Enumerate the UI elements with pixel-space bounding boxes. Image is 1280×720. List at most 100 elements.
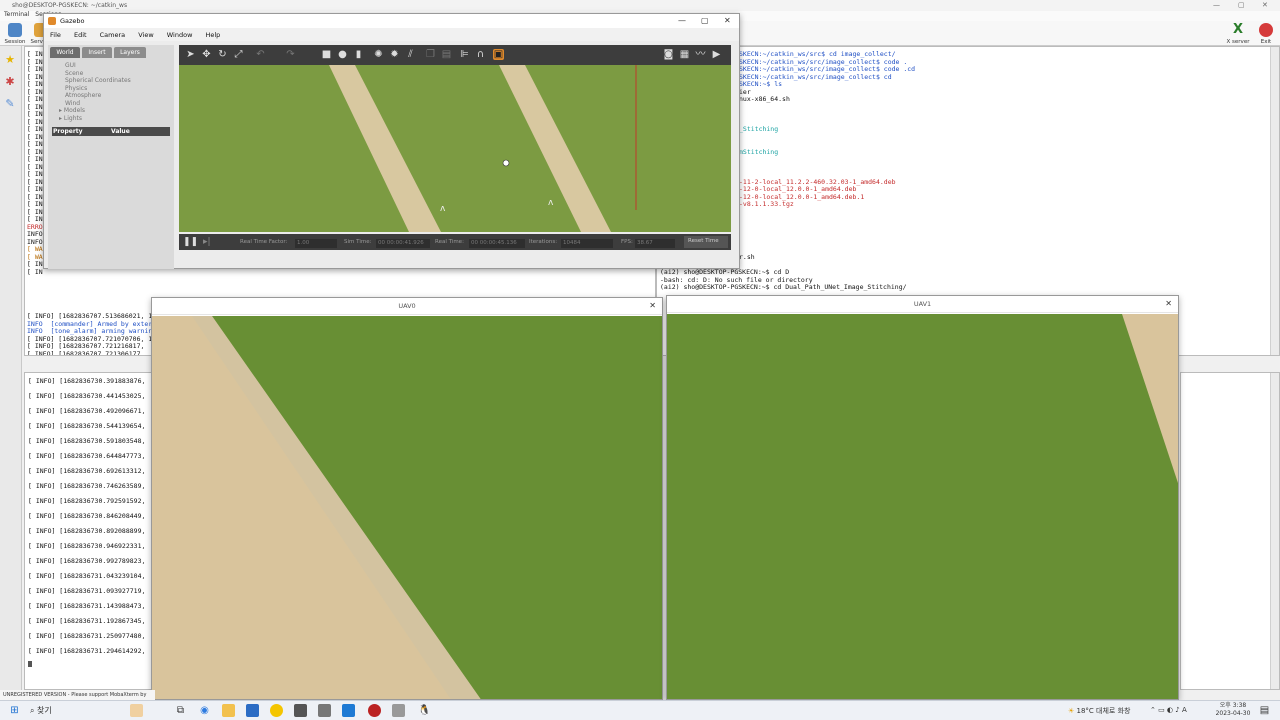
rtf-value: 1.00 (295, 239, 337, 248)
screenshot-icon[interactable]: ◙ (663, 49, 674, 60)
maximize-icon[interactable]: ▢ (1238, 1, 1245, 9)
tree-item-models[interactable]: ▸ Models (59, 107, 85, 114)
rotate-icon[interactable]: ↻ (217, 49, 228, 60)
tab-insert[interactable]: Insert (82, 47, 112, 58)
menu-edit[interactable]: Edit (74, 31, 87, 39)
terminal-line: -v8.1.1.33.tgz (739, 200, 794, 208)
log-icon[interactable]: ▦ (679, 49, 690, 60)
plot-icon[interactable]: 〰 (695, 49, 706, 60)
close-icon[interactable]: ✕ (1262, 1, 1268, 9)
windows-start-icon[interactable]: ⊞ (8, 704, 21, 717)
exit-button[interactable]: Exit (1253, 23, 1279, 45)
step-icon[interactable]: ▸| (203, 237, 211, 247)
tree-item-atmosphere[interactable]: Atmosphere (65, 92, 101, 99)
uav1-title: UAV1 (913, 300, 932, 308)
maximize-icon[interactable]: ▢ (701, 16, 709, 25)
minimize-icon[interactable]: — (678, 16, 686, 25)
mobaxterm-icon[interactable] (392, 704, 405, 717)
vscode-icon[interactable] (342, 704, 355, 717)
reset-time-button[interactable]: Reset Time (684, 236, 728, 248)
tree-item-physics[interactable]: Physics (65, 85, 87, 92)
xserver-icon: X (1232, 22, 1244, 37)
terminal-icon[interactable] (294, 704, 307, 717)
cylinder-icon[interactable]: ▮ (353, 49, 364, 60)
terminal-right-bottom[interactable] (1180, 372, 1280, 690)
gazebo-3d-viewport[interactable]: ʌ ʌ (179, 65, 731, 232)
gazebo-window: Gazebo — ▢ ✕ File Edit Camera View Windo… (43, 13, 740, 269)
scale-icon[interactable]: ⤢ (233, 49, 244, 60)
scrollbar[interactable] (1270, 373, 1279, 689)
sphere-icon[interactable]: ● (337, 49, 348, 60)
uav0-title: UAV0 (398, 302, 416, 310)
terminal-line: [ INFO] [1682836730.391883876, (28, 377, 146, 385)
close-icon[interactable]: ✕ (1165, 299, 1172, 308)
tools-icon[interactable]: ✱ (4, 76, 16, 88)
video-record-icon[interactable]: ▶ (711, 49, 722, 60)
terminal-line: SKECN:~$ ls (739, 80, 783, 88)
scrollbar[interactable] (1270, 47, 1279, 355)
terminal-line: [ INFO] [1682836730.946922331, (28, 542, 146, 550)
tab-layers[interactable]: Layers (114, 47, 146, 58)
fps-label: FPS: (621, 239, 633, 245)
app-icon[interactable] (318, 704, 331, 717)
spot-light-icon[interactable]: ✹ (389, 49, 400, 60)
side-tabs: ★ ✱ ✎ (0, 46, 22, 700)
align-icon[interactable]: ⊫ (459, 49, 470, 60)
task-view-icon[interactable]: ⧉ (174, 704, 187, 717)
close-icon[interactable]: ✕ (724, 16, 731, 25)
star-icon[interactable]: ★ (4, 54, 16, 66)
recorder-icon[interactable] (368, 704, 381, 717)
menu-window[interactable]: Window (167, 31, 193, 39)
session-button[interactable]: Session (2, 23, 28, 45)
search-box[interactable]: ⌕ 찾기 (30, 705, 52, 716)
translate-icon[interactable]: ✥ (201, 49, 212, 60)
terminal-line: (ai2) sho@DESKTOP-PGSKECN:~$ cd Dual_Pat… (660, 283, 907, 291)
terminal-line: [ INFO] [1682836730.591803548, (28, 437, 146, 445)
tree-item-spherical-coordinates[interactable]: Spherical Coordinates (65, 77, 131, 84)
paste-icon[interactable]: ▤ (441, 49, 452, 60)
file-explorer-icon[interactable] (222, 704, 235, 717)
change-view-icon[interactable]: ▣ (493, 49, 504, 60)
snap-icon[interactable]: ∩ (475, 49, 486, 60)
minimize-icon[interactable]: — (1213, 1, 1220, 9)
terminal-right-top-lines: SKECN:~/catkin_ws/src$ cd image_collect/… (739, 50, 1199, 209)
cortana-icon[interactable] (130, 704, 143, 717)
terminal-line: [ INFO] [1682836731.143988473, (28, 602, 146, 610)
weather[interactable]: ☀ 18°C 대체로 화창 (1068, 706, 1130, 716)
tab-world[interactable]: World (50, 47, 80, 58)
mail-icon[interactable] (246, 704, 259, 717)
terminal-line: [ INFO] [1682836730.692613312, (28, 467, 146, 475)
macro-icon[interactable]: ✎ (4, 98, 16, 110)
close-icon[interactable]: ✕ (649, 301, 656, 310)
terminal-line: [ INFO] [1682836731.043239104, (28, 572, 146, 580)
menu-view[interactable]: View (138, 31, 153, 39)
tree-item-gui[interactable]: GUI (65, 62, 76, 69)
redo-icon[interactable]: ↷ (285, 49, 296, 60)
box-icon[interactable]: ■ (321, 49, 332, 60)
chrome-icon[interactable]: ◉ (198, 704, 211, 717)
menu-camera[interactable]: Camera (100, 31, 126, 39)
menu-help[interactable]: Help (205, 31, 220, 39)
rtf-label: Real Time Factor: (240, 239, 288, 245)
select-arrow-icon[interactable]: ➤ (185, 49, 196, 60)
notification-icon[interactable]: ▤ (1258, 704, 1271, 717)
undo-icon[interactable]: ↶ (255, 49, 266, 60)
menu-terminal[interactable]: Terminal (4, 11, 29, 18)
copy-icon[interactable]: ❐ (425, 49, 436, 60)
gazebo-toolbar: ➤ ✥ ↻ ⤢ ↶ ↷ ■ ● ▮ ✺ ✹ ⫽ ❐ ▤ ⊫ ∩ ▣ ◙ ▦ 〰 … (179, 45, 731, 65)
tree-item-lights[interactable]: ▸ Lights (59, 115, 82, 122)
ground-plane (179, 65, 731, 232)
terminal-line: [ INFO] [1682836730.892088899, (28, 527, 146, 535)
kakaotalk-icon[interactable] (270, 704, 283, 717)
linux-icon[interactable]: 🐧 (418, 704, 431, 717)
pause-icon[interactable]: ❚❚ (183, 237, 198, 247)
directional-light-icon[interactable]: ⫽ (405, 49, 416, 60)
tree-item-scene[interactable]: Scene (65, 70, 83, 77)
point-light-icon[interactable]: ✺ (373, 49, 384, 60)
tray-icons[interactable]: ⌃ ▭ ◐ ♪ A (1150, 706, 1187, 714)
xserver-button[interactable]: X X server (1223, 22, 1253, 46)
terminal-cursor (28, 661, 32, 667)
menu-file[interactable]: File (50, 31, 61, 39)
clock[interactable]: 오후 3:38 2023-04-30 (1215, 702, 1251, 718)
tree-item-wind[interactable]: Wind (65, 100, 80, 107)
